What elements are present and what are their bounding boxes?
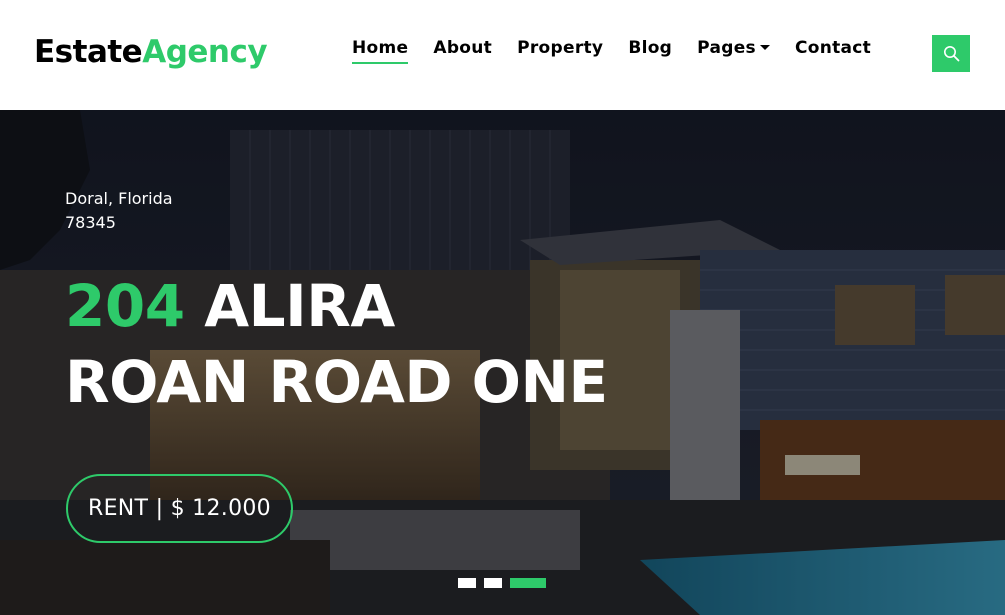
hero-title-line1: ALIRA	[184, 272, 395, 340]
brand-part1: Estate	[34, 34, 143, 70]
nav-item-about[interactable]: About	[433, 38, 492, 64]
main-nav: Home About Property Blog Pages Contact	[352, 38, 896, 64]
hero-title: 204 ALIRA ROAN ROAD ONE	[65, 268, 608, 420]
rent-price-button[interactable]: RENT | $ 12.000	[66, 474, 293, 543]
hero-title-number: 204	[65, 272, 185, 340]
caret-down-icon	[759, 45, 770, 50]
hero-carousel: Doral, Florida 78345 204 ALIRA ROAN ROAD…	[0, 110, 1005, 615]
nav-item-pages-label: Pages	[697, 38, 756, 58]
hero-title-line2: ROAN ROAD ONE	[65, 348, 608, 416]
navbar: EstateAgency Home About Property Blog Pa…	[0, 0, 1005, 110]
brand-logo[interactable]: EstateAgency	[34, 34, 268, 70]
carousel-indicator-1[interactable]	[458, 578, 476, 588]
search-button[interactable]	[932, 35, 970, 72]
brand-part2: Agency	[142, 34, 268, 70]
search-icon	[943, 46, 959, 62]
carousel-indicators	[458, 578, 546, 588]
nav-item-property[interactable]: Property	[517, 38, 603, 64]
nav-item-blog[interactable]: Blog	[628, 38, 672, 64]
hero-location: Doral, Florida 78345	[65, 187, 173, 235]
nav-item-home[interactable]: Home	[352, 38, 409, 64]
nav-item-contact[interactable]: Contact	[795, 38, 871, 64]
carousel-indicator-2[interactable]	[484, 578, 502, 588]
carousel-indicator-3[interactable]	[510, 578, 546, 588]
nav-item-pages[interactable]: Pages	[697, 38, 770, 64]
location-line1: Doral, Florida	[65, 189, 173, 208]
location-line2: 78345	[65, 213, 116, 232]
